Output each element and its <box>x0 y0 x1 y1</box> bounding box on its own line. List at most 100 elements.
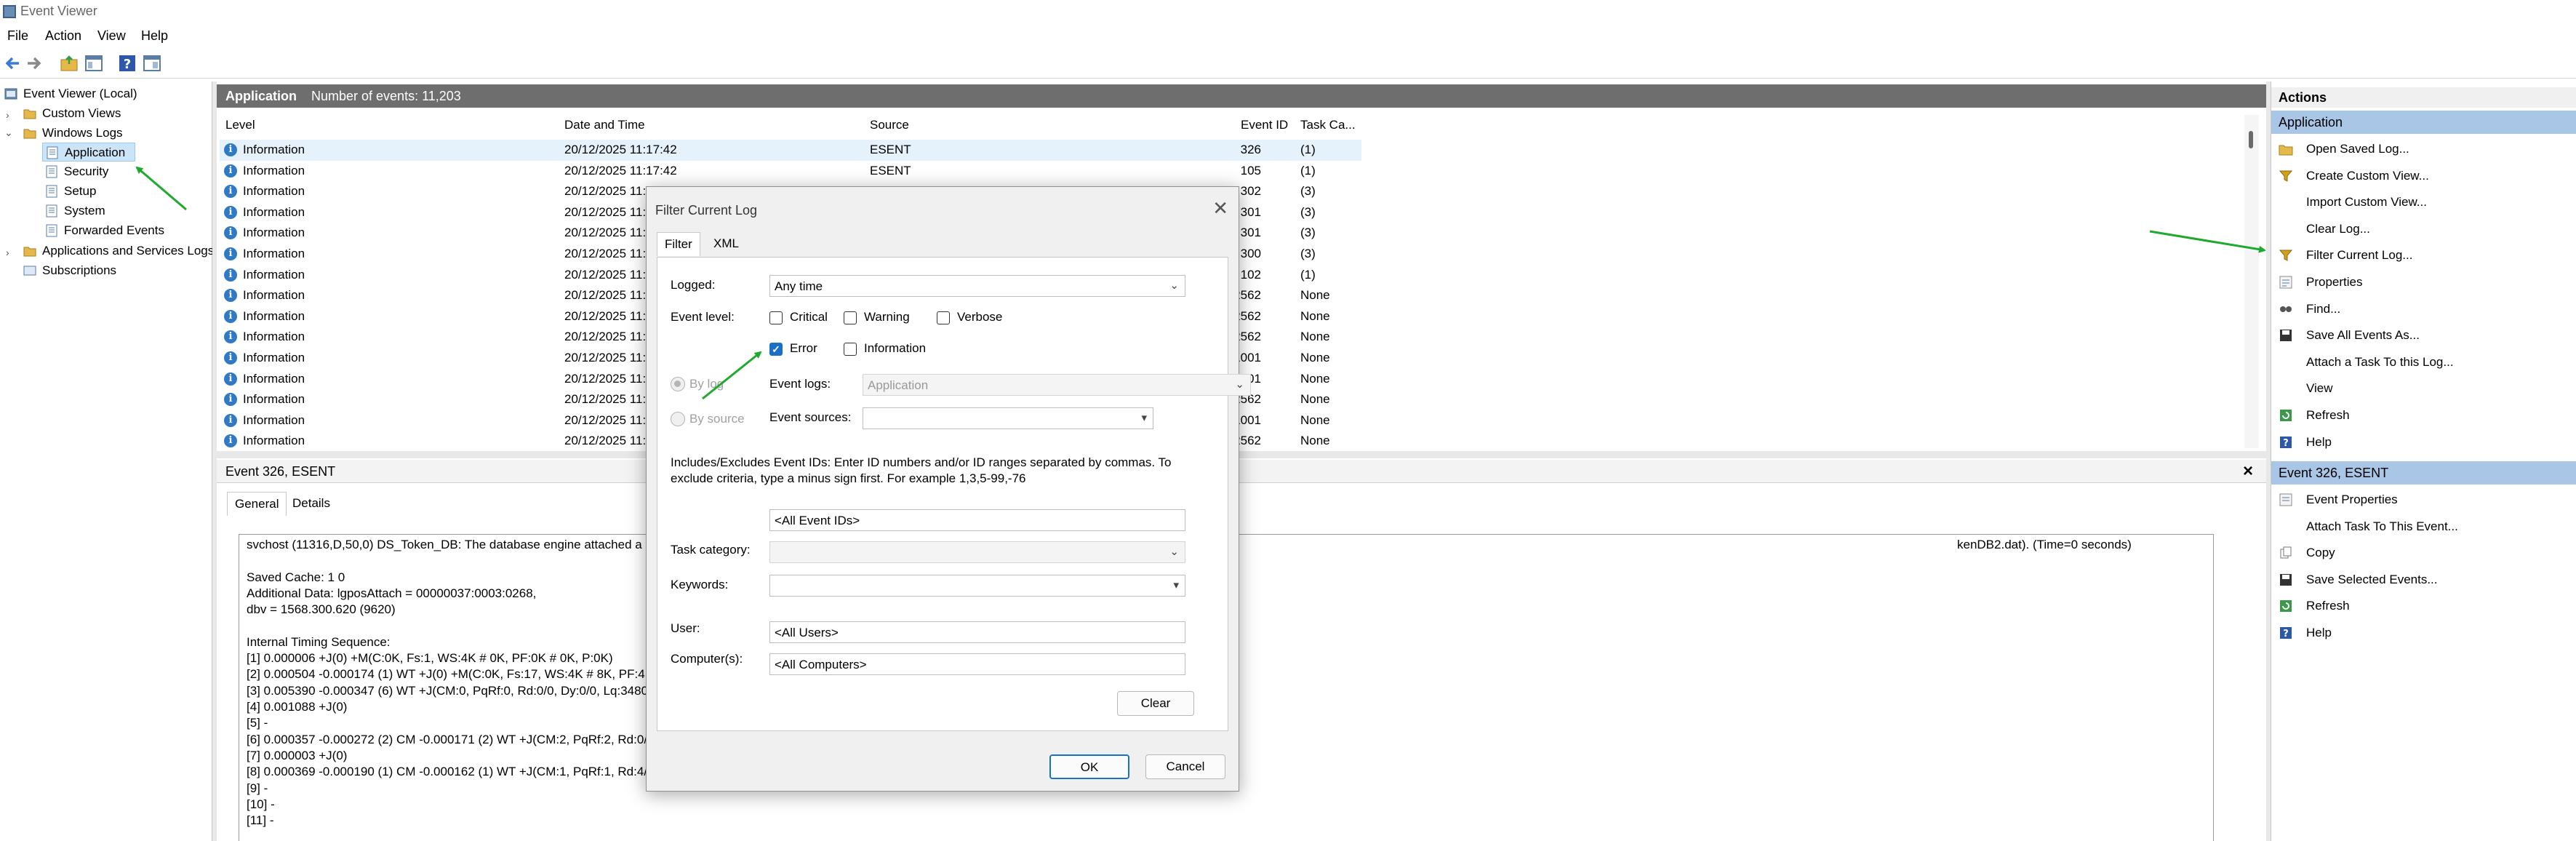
menu-view[interactable]: View <box>97 28 126 44</box>
actions-section-event[interactable]: Event 326, ESENT <box>2271 461 2576 485</box>
by-source-radio[interactable] <box>671 412 685 426</box>
cell-task-category: None <box>1300 288 1330 303</box>
tab-general[interactable]: General <box>227 492 287 516</box>
close-icon[interactable]: × <box>2243 461 2253 482</box>
action-attach-a-task-to-this-log[interactable]: Attach a Task To this Log... <box>2271 350 2576 375</box>
table-row[interactable]: i Information 20/12/2025 11:17:42 ESENT 105 (… <box>220 161 1361 182</box>
show-hide-action-pane-icon[interactable] <box>143 54 161 73</box>
folder-up-icon[interactable] <box>60 54 79 73</box>
description-line: [2] 0.000504 -0.000174 (1) WT +J(0) +M(C… <box>247 667 654 682</box>
show-hide-tree-icon[interactable] <box>84 54 103 73</box>
keywords-dropdown[interactable]: ▾ <box>769 575 1185 597</box>
cell-date: 20/12/2025 11: <box>564 434 647 448</box>
tab-filter[interactable]: Filter <box>657 232 700 256</box>
action-label: Refresh <box>2306 408 2350 422</box>
action-help[interactable]: ? Help <box>2271 430 2576 455</box>
action-label: Refresh <box>2306 599 2350 613</box>
information-icon: i <box>224 330 237 344</box>
title-bar: Event Viewer <box>0 0 2576 23</box>
by-log-radio[interactable] <box>671 377 685 391</box>
cell-level: Information <box>243 371 305 386</box>
log-icon <box>46 185 57 198</box>
tree-item-application[interactable]: Application <box>42 143 135 162</box>
tree-label: System <box>64 204 105 218</box>
critical-checkbox[interactable] <box>769 311 783 324</box>
horizontal-splitter[interactable] <box>217 451 2266 458</box>
action-refresh[interactable]: Refresh <box>2271 403 2576 428</box>
folder-icon <box>23 129 36 139</box>
logged-dropdown[interactable]: Any time ⌄ <box>769 275 1185 297</box>
forward-icon[interactable] <box>25 54 44 73</box>
action-refresh[interactable]: Refresh <box>2271 594 2576 618</box>
action-open-saved-log[interactable]: Open Saved Log... <box>2271 137 2576 162</box>
table-row[interactable]: i Information 20/12/2025 11:17:42 ESENT 326 (… <box>220 140 1361 161</box>
cell-date: 20/12/2025 11: <box>564 288 647 303</box>
action-clear-log[interactable]: Clear Log... <box>2271 217 2576 242</box>
actions-title-label: Actions <box>2279 90 2327 105</box>
cell-task-category: (3) <box>1300 247 1316 260</box>
column-header-source[interactable]: Source <box>870 118 909 132</box>
event-sources-dropdown[interactable]: ▾ <box>863 407 1153 429</box>
column-header-date[interactable]: Date and Time <box>564 118 645 132</box>
cell-event-id: 302 <box>1240 184 1261 199</box>
cell-task-category: None <box>1300 371 1330 386</box>
information-icon: i <box>224 205 237 219</box>
action-import-custom-view[interactable]: Import Custom View... <box>2271 190 2576 215</box>
action-copy[interactable]: Copy <box>2271 541 2576 565</box>
description-line: Saved Cache: 1 0 <box>247 570 345 584</box>
view-icon <box>2279 381 2293 396</box>
tree-label: Security <box>64 164 109 178</box>
computer-input[interactable]: <All Computers> <box>769 653 1185 675</box>
verbose-checkbox[interactable] <box>937 311 950 324</box>
action-view[interactable]: View <box>2271 376 2576 401</box>
column-header-task-category[interactable]: Task Ca... <box>1300 118 1356 132</box>
description-line: [10] - <box>247 797 275 811</box>
action-attach-task-to-this-event[interactable]: Attach Task To This Event... <box>2271 514 2576 539</box>
cell-level: Information <box>243 412 305 427</box>
tab-details[interactable]: Details <box>292 496 330 511</box>
action-properties[interactable]: Properties <box>2271 270 2576 295</box>
action-label: Help <box>2306 434 2332 449</box>
ok-button[interactable]: OK <box>1049 754 1129 779</box>
clear-button[interactable]: Clear <box>1117 691 1194 716</box>
warning-checkbox[interactable] <box>844 311 857 324</box>
description-line: [11] - <box>247 813 274 828</box>
menu-help[interactable]: Help <box>141 28 168 44</box>
tab-xml[interactable]: XML <box>713 236 739 251</box>
action-help[interactable]: ? Help <box>2271 621 2576 645</box>
menu-action[interactable]: Action <box>45 28 81 44</box>
back-icon[interactable] <box>3 54 22 73</box>
refresh-icon <box>2280 410 2292 421</box>
menu-file[interactable]: File <box>7 28 28 44</box>
event-ids-input[interactable]: <All Event IDs> <box>769 509 1185 531</box>
help-icon[interactable]: ? <box>118 54 137 73</box>
tree-label: Subscriptions <box>42 263 117 277</box>
event-detail-title: Event 326, ESENT <box>225 464 336 479</box>
information-checkbox[interactable] <box>844 343 857 356</box>
column-header-level[interactable]: Level <box>225 118 255 132</box>
close-icon[interactable]: ✕ <box>1212 197 1228 220</box>
action-find[interactable]: Find... <box>2271 297 2576 322</box>
cell-level: Information <box>243 434 305 448</box>
help-icon: ? <box>2280 627 2292 639</box>
scrollbar-thumb[interactable] <box>2249 131 2253 148</box>
chevron-down-icon[interactable]: ⌄ <box>4 127 13 139</box>
event-ids-help-line-2: exclude criteria, type a minus sign firs… <box>671 471 1026 485</box>
action-save-selected-events[interactable]: Save Selected Events... <box>2271 567 2576 592</box>
chevron-right-icon[interactable]: › <box>6 247 9 258</box>
action-save-all-events-as[interactable]: Save All Events As... <box>2271 323 2576 348</box>
user-input[interactable]: <All Users> <box>769 621 1185 643</box>
cell-task-category: None <box>1300 330 1330 344</box>
events-table: Level Date and Time Source Event ID Task… <box>220 115 2260 448</box>
action-create-custom-view[interactable]: Create Custom View... <box>2271 164 2576 188</box>
action-filter-current-log[interactable]: Filter Current Log... <box>2271 243 2576 268</box>
chevron-right-icon[interactable]: › <box>6 109 9 121</box>
events-scrollbar[interactable] <box>2244 115 2259 448</box>
cancel-button[interactable]: Cancel <box>1145 754 1225 779</box>
action-event-properties[interactable]: Event Properties <box>2271 487 2576 512</box>
column-header-event-id[interactable]: Event ID <box>1241 118 1288 132</box>
cell-task-category: (1) <box>1300 267 1316 282</box>
log-header: Application Number of events: 11,203 <box>217 84 2266 108</box>
actions-section-application[interactable]: Application <box>2271 111 2576 134</box>
error-checkbox[interactable]: ✓ <box>769 343 783 356</box>
